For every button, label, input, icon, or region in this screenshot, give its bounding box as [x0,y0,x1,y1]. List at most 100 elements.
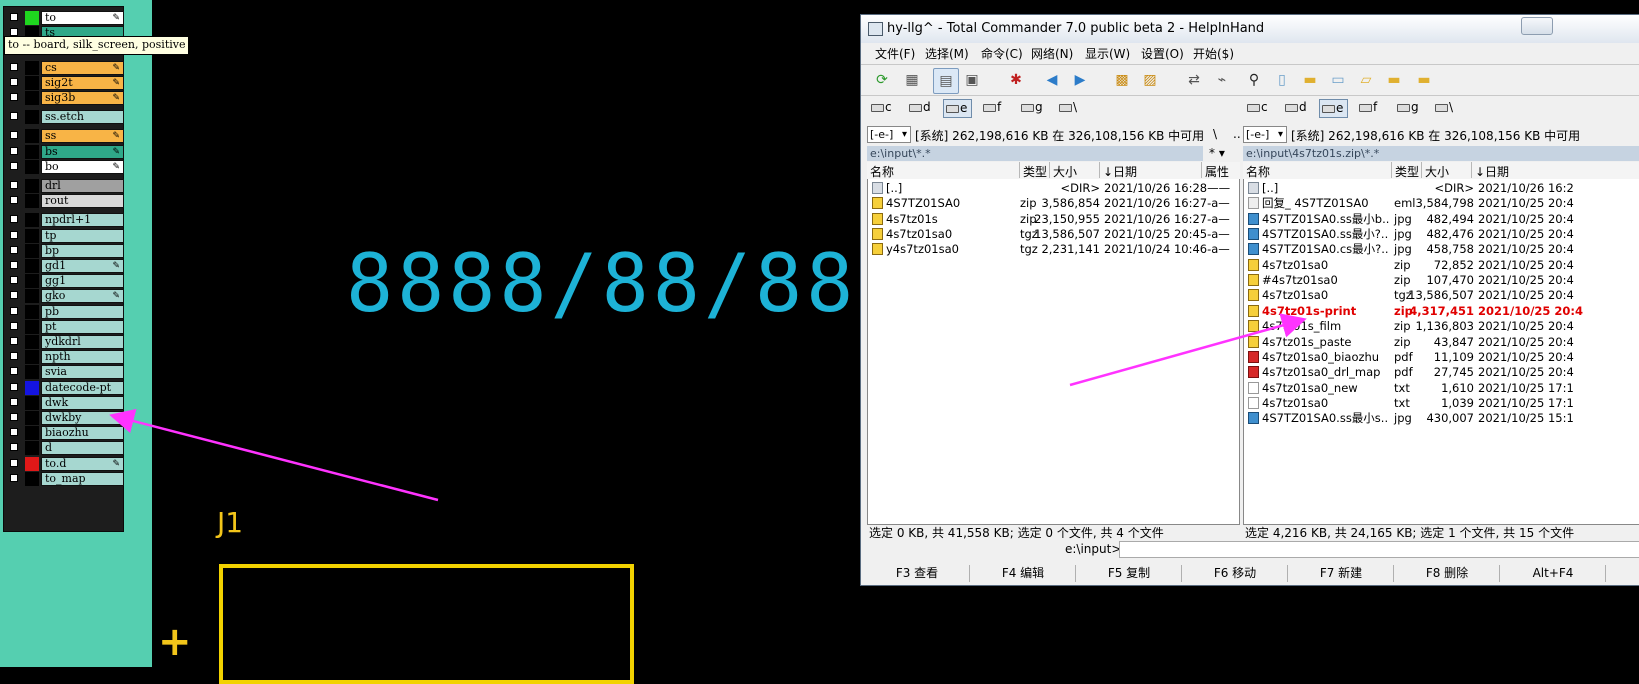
layer-visibility-checkbox[interactable] [10,443,18,452]
layer-row-dwk[interactable]: dwk [8,395,124,410]
column-header-3[interactable]: ↓日期 [1103,163,1137,180]
right-drive-combo[interactable]: [-e-] [1243,126,1287,143]
ftp-icon[interactable]: ⇄ [1185,71,1203,89]
layer-color-swatch[interactable] [25,441,39,456]
column-separator[interactable] [1019,162,1020,178]
file-row[interactable]: 4s7tz01s zip 23,150,955 2021/10/26 16:27-a— [868,212,1239,227]
layer-row-pt[interactable]: pt [8,319,124,334]
column-separator[interactable] [1471,162,1472,178]
layer-visibility-checkbox[interactable] [10,215,18,224]
file-row[interactable]: [..] <DIR> 2021/10/26 16:28—— [868,181,1239,196]
url-icon[interactable]: ⌁ [1213,71,1231,89]
layer-name[interactable]: sig3b ✎ [41,91,124,105]
folder3-icon[interactable]: ▬ [1415,71,1433,89]
file-row[interactable]: 4s7tz01sa0_biaozhu pdf 11,109 2021/10/25 20… [1244,350,1639,365]
layer-color-swatch[interactable] [25,471,39,486]
file-row[interactable]: 4S7TZ01SA0.ss最小b.. jpg 482,494 2021/10/25 2… [1244,212,1639,227]
layer-row-ss-etch[interactable]: ss.etch [8,110,124,125]
layer-visibility-checkbox[interactable] [10,181,18,189]
file-row[interactable]: 4s7tz01sa0_new txt 1,610 2021/10/25 17:1 [1244,381,1639,396]
column-separator[interactable] [1049,162,1050,178]
file-row[interactable]: 4s7tz01s-print zip 4,317,451 2021/10/25 20:… [1244,304,1639,319]
column-separator[interactable] [1201,162,1202,178]
fkey-button-1[interactable]: F4 编辑 [971,565,1076,582]
layer-visibility-checkbox[interactable] [10,196,18,205]
menu-item-3[interactable]: 网络(N) [1031,45,1073,62]
layer-row-to[interactable]: to ✎ [8,11,124,25]
drive-button-g[interactable]: g [1395,99,1419,116]
layer-row-bp[interactable]: bp [8,243,124,258]
menu-item-1[interactable]: 选择(M) [925,45,969,62]
layer-visibility-checkbox[interactable] [10,77,18,86]
fkey-button-4[interactable]: F7 新建 [1289,565,1394,582]
layer-name[interactable]: dwk [41,395,124,410]
view-tree-icon[interactable]: ▤ [933,68,959,94]
layer-color-swatch[interactable] [25,426,39,441]
layer-visibility-checkbox[interactable] [10,352,18,361]
column-header-2[interactable]: 大小 [1425,163,1449,180]
layer-row-drl[interactable]: drl [8,179,124,193]
refresh-icon[interactable]: ⟳ [873,71,891,89]
menu-item-5[interactable]: 设置(O) [1141,45,1184,62]
layer-color-swatch[interactable] [25,179,39,193]
drive-button-d[interactable]: d [1283,99,1307,116]
layer-visibility-checkbox[interactable] [10,337,18,345]
layer-name[interactable]: gg1 [41,274,124,289]
layer-color-swatch[interactable] [25,274,39,289]
layer-color-swatch[interactable] [25,144,39,159]
left-path-bar[interactable]: e:\input\*.* [867,146,1203,161]
file-row[interactable]: y4s7tz01sa0 tgz 2,231,141 2021/10/24 10:46-… [868,242,1239,257]
layer-color-swatch[interactable] [25,259,39,273]
layer-row-npdrl-1[interactable]: npdrl+1 [8,213,124,228]
view-thumbs-icon[interactable]: ▣ [963,71,981,89]
back-icon[interactable]: ◀ [1043,71,1061,89]
layer-visibility-checkbox[interactable] [10,261,18,269]
root-button[interactable]: \ [1213,127,1217,141]
layer-color-swatch[interactable] [25,319,39,334]
layer-row-dwkby[interactable]: dwkby [8,411,124,425]
copy-names-icon[interactable]: ▭ [1329,71,1347,89]
fkey-button-5[interactable]: F8 删除 [1395,565,1500,582]
layer-visibility-checkbox[interactable] [10,473,18,482]
file-row[interactable]: 回复_ 4S7TZ01SA0 eml 3,584,798 2021/10/25 20:… [1244,196,1639,211]
layer-name[interactable]: bo ✎ [41,159,124,174]
file-row[interactable]: 4s7tz01sa0_drl_map pdf 27,745 2021/10/25 20… [1244,365,1639,380]
layer-name[interactable]: drl [41,179,124,193]
layer-color-swatch[interactable] [25,129,39,144]
file-row[interactable]: #4s7tz01sa0 zip 107,470 2021/10/25 20:4 [1244,273,1639,288]
drive-button-network[interactable]: \ [1433,99,1453,116]
drive-button-f[interactable]: f [981,99,1001,116]
layer-color-swatch[interactable] [25,110,39,125]
invert-select-icon[interactable]: ✱ [1007,71,1025,89]
layer-name[interactable]: to_map [41,471,124,486]
layer-name[interactable]: npdrl+1 [41,213,124,228]
layer-row-sig2t[interactable]: sig2t ✎ [8,75,124,90]
command-line-input[interactable] [1119,541,1639,558]
column-header-1[interactable]: 类型 [1023,163,1047,180]
fkey-button-6[interactable]: Alt+F4 [1501,565,1606,582]
layer-name[interactable]: to ✎ [41,11,124,25]
layer-visibility-checkbox[interactable] [10,458,18,467]
file-row[interactable]: 4S7TZ01SA0 zip 3,586,854 2021/10/26 16:27-a… [868,196,1239,211]
layer-name[interactable]: dwkby [41,411,124,425]
menu-item-6[interactable]: 开始($) [1193,45,1234,62]
drive-button-d[interactable]: d [907,99,931,116]
drive-button-c[interactable]: c [869,99,892,116]
notepad-icon[interactable]: ▯ [1273,71,1291,89]
layer-row-datecode-pt[interactable]: datecode-pt [8,380,124,395]
layer-color-swatch[interactable] [25,456,39,471]
column-header-0[interactable]: 名称 [870,163,894,180]
layer-name[interactable]: svia [41,365,124,380]
layer-name[interactable]: ss ✎ [41,129,124,144]
layer-visibility-checkbox[interactable] [10,146,18,155]
layer-name[interactable]: d [41,441,124,456]
layer-row-tp[interactable]: tp [8,228,124,243]
view-brief-icon[interactable]: ▦ [903,71,921,89]
layer-row-sig3b[interactable]: sig3b ✎ [8,91,124,105]
find-icon[interactable]: ⚲ [1245,71,1263,89]
layer-row-npth[interactable]: npth [8,350,124,365]
layer-name[interactable]: ss.etch [41,110,124,125]
layer-row-cs[interactable]: cs ✎ [8,60,124,75]
file-row[interactable]: 4s7tz01s_paste zip 43,847 2021/10/25 20:4 [1244,335,1639,350]
right-path-bar[interactable]: e:\input\4s7tz01s.zip\*.* [1243,146,1639,161]
